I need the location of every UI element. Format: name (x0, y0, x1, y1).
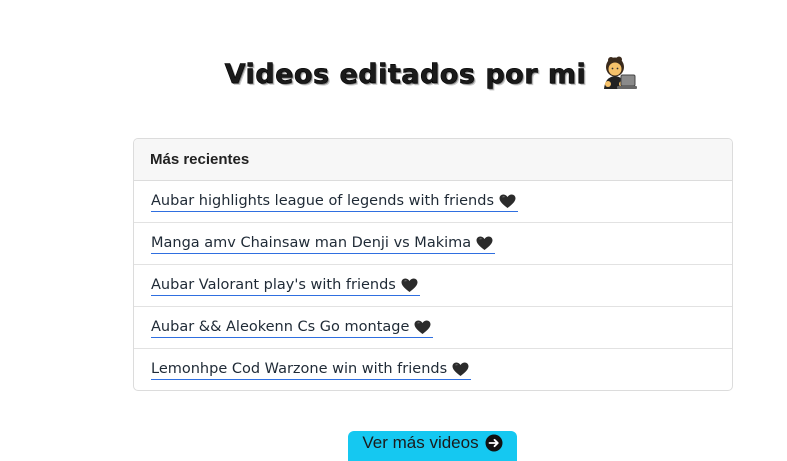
person-at-computer-icon (599, 55, 638, 91)
video-link-label: Lemonhpe Cod Warzone win with friends (151, 360, 448, 377)
list-item: Aubar && Aleokenn Cs Go montage (134, 307, 732, 349)
list-item: Manga amv Chainsaw man Denji vs Makima (134, 223, 732, 265)
recent-videos-card: Más recientes Aubar highlights league of… (133, 138, 733, 391)
black-heart-icon (476, 236, 493, 251)
title-row: Videos editados por mi (0, 52, 787, 102)
see-more-videos-button[interactable]: Ver más videos (348, 431, 517, 461)
video-link-4[interactable]: Aubar && Aleokenn Cs Go montage (151, 318, 434, 338)
black-heart-icon (452, 362, 469, 377)
video-link-2[interactable]: Manga amv Chainsaw man Denji vs Makima (151, 234, 496, 254)
arrow-right-circle-icon (485, 434, 503, 452)
video-link-label: Aubar Valorant play's with friends (151, 276, 396, 293)
list-item: Aubar Valorant play's with friends (134, 265, 732, 307)
video-link-label: Manga amv Chainsaw man Denji vs Makima (151, 234, 472, 251)
see-more-videos-label: Ver más videos (362, 433, 479, 452)
card-header: Más recientes (134, 139, 732, 181)
page: Videos editados por mi Más recientes Aub… (0, 0, 787, 461)
list-item: Lemonhpe Cod Warzone win with friends (134, 349, 732, 390)
black-heart-icon (401, 278, 418, 293)
video-link-label: Aubar highlights league of legends with … (151, 192, 494, 209)
list-item: Aubar highlights league of legends with … (134, 181, 732, 223)
black-heart-icon (499, 194, 516, 209)
page-title: Videos editados por mi (224, 59, 587, 91)
video-link-1[interactable]: Aubar highlights league of legends with … (151, 192, 518, 212)
video-link-5[interactable]: Lemonhpe Cod Warzone win with friends (151, 360, 472, 380)
video-link-label: Aubar && Aleokenn Cs Go montage (151, 318, 410, 335)
black-heart-icon (414, 320, 431, 335)
video-link-3[interactable]: Aubar Valorant play's with friends (151, 276, 420, 296)
